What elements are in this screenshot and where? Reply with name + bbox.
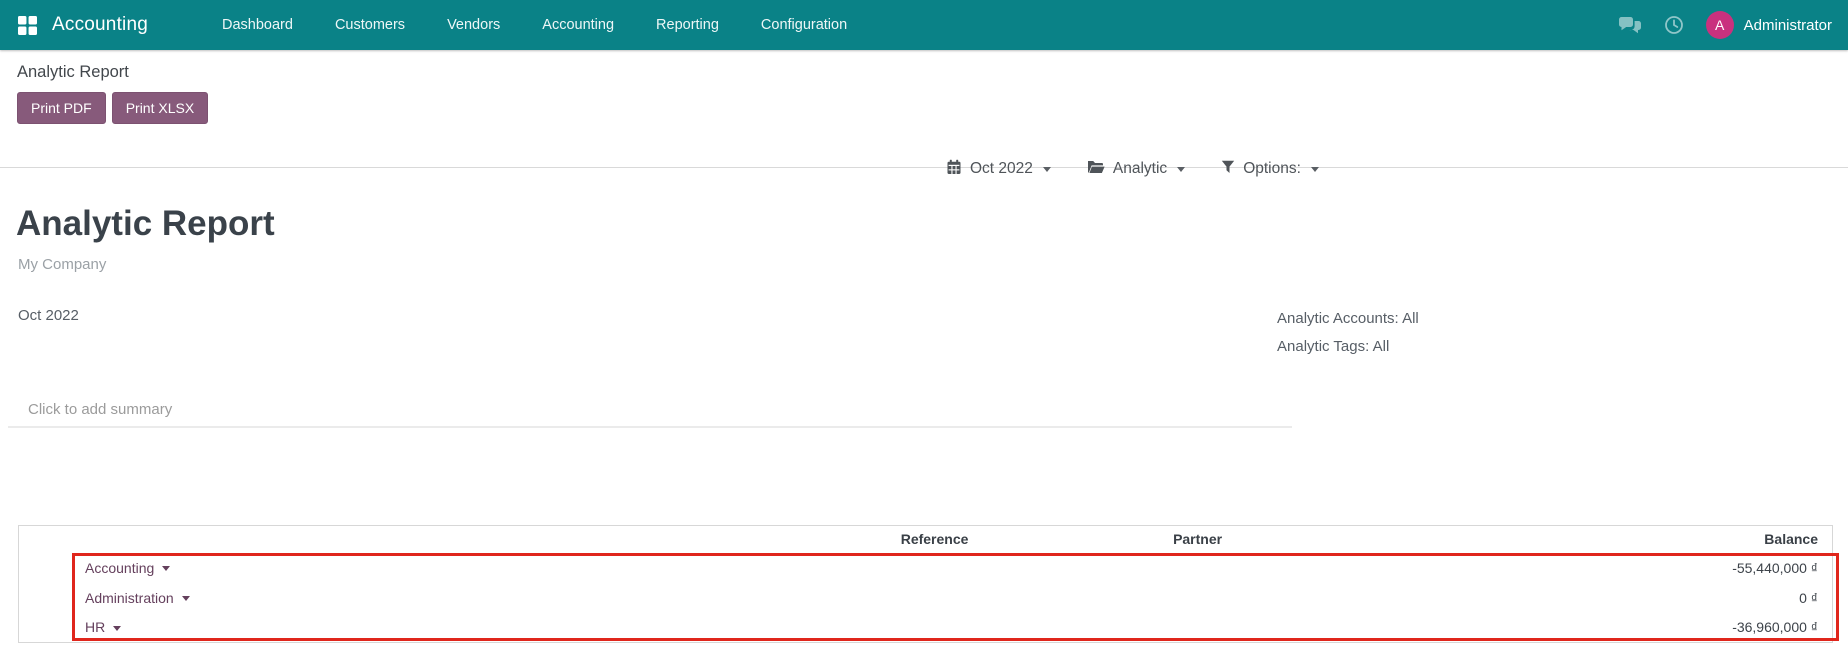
chevron-down-icon	[1177, 166, 1186, 172]
menu-item-vendors[interactable]: Vendors	[445, 2, 502, 48]
filter-icon	[1221, 160, 1235, 179]
menu-item-customers[interactable]: Customers	[333, 2, 407, 48]
top-navbar: Accounting Dashboard Customers Vendors A…	[0, 0, 1848, 50]
calendar-icon	[946, 159, 962, 180]
header-balance: Balance	[1764, 531, 1818, 548]
activities-clock-icon[interactable]	[1664, 15, 1684, 35]
app-title[interactable]: Accounting	[52, 14, 148, 36]
breadcrumb: Analytic Report	[17, 63, 129, 81]
analytic-filter-label: Analytic	[1112, 160, 1168, 177]
user-menu[interactable]: A Administrator	[1705, 11, 1832, 39]
table-row: HR -36,960,000 ₫	[19, 613, 1833, 643]
print-pdf-button[interactable]: Print PDF	[17, 92, 106, 124]
balance-cell: -55,440,000 ₫	[1732, 559, 1818, 576]
header-account	[19, 526, 745, 553]
analytic-accounts-line: Analytic Accounts: All	[1277, 310, 1419, 327]
report-filters: Oct 2022 Analytic Options:	[946, 152, 1355, 186]
avatar: A	[1705, 11, 1734, 39]
partner-cell	[1125, 583, 1270, 613]
chevron-down-icon	[1310, 166, 1319, 172]
table-row: Accounting -55,440,000 ₫	[19, 553, 1833, 583]
print-xlsx-button[interactable]: Print XLSX	[111, 92, 209, 124]
partner-cell	[1125, 553, 1270, 583]
summary-placeholder[interactable]: Click to add summary	[8, 395, 1292, 428]
partner-cell	[1125, 613, 1270, 643]
page-title: Analytic Report	[16, 204, 275, 243]
main-menu: Dashboard Customers Vendors Accounting R…	[220, 2, 849, 48]
table-header-row: Reference Partner Balance	[19, 526, 1833, 553]
report-content: Analytic Report My Company Oct 2022 Anal…	[0, 204, 1848, 643]
options-filter-label: Options:	[1243, 160, 1301, 177]
reference-cell	[744, 613, 1125, 643]
control-panel: Analytic Report Print PDF Print XLSX Oct…	[0, 50, 1848, 177]
report-filters-summary: Analytic Accounts: All Analytic Tags: Al…	[1277, 305, 1419, 361]
account-cell-accounting[interactable]: Accounting	[19, 553, 745, 583]
chevron-down-icon	[1042, 166, 1051, 172]
account-cell-hr[interactable]: HR	[19, 613, 745, 643]
chevron-down-icon	[113, 626, 122, 632]
chevron-down-icon	[162, 566, 171, 572]
analytic-filter-dropdown[interactable]: Analytic	[1087, 160, 1186, 179]
menu-item-reporting[interactable]: Reporting	[654, 2, 721, 48]
analytic-table: Reference Partner Balance Accounting -55…	[18, 525, 1833, 643]
header-reference: Reference	[900, 531, 969, 548]
reference-cell	[744, 553, 1125, 583]
reference-cell	[744, 583, 1125, 613]
balance-cell: 0 ₫	[1799, 589, 1818, 606]
date-filter-dropdown[interactable]: Oct 2022	[946, 159, 1051, 180]
balance-cell: -36,960,000 ₫	[1732, 619, 1818, 636]
chevron-down-icon	[181, 596, 190, 602]
menu-item-dashboard[interactable]: Dashboard	[220, 2, 295, 48]
company-name: My Company	[18, 256, 107, 273]
menu-item-accounting[interactable]: Accounting	[540, 2, 616, 48]
table-row: Administration 0 ₫	[19, 583, 1833, 613]
account-cell-administration[interactable]: Administration	[19, 583, 745, 613]
analytic-tags-line: Analytic Tags: All	[1277, 338, 1390, 355]
menu-item-configuration[interactable]: Configuration	[759, 2, 849, 48]
messages-icon[interactable]	[1618, 16, 1642, 35]
header-partner: Partner	[1173, 531, 1223, 548]
options-filter-dropdown[interactable]: Options:	[1221, 160, 1319, 179]
folder-open-icon	[1087, 160, 1105, 179]
user-name: Administrator	[1743, 16, 1832, 34]
date-filter-label: Oct 2022	[970, 160, 1033, 177]
report-period: Oct 2022	[18, 307, 79, 324]
apps-grid-icon[interactable]	[16, 14, 38, 36]
analytic-table-container: Reference Partner Balance Accounting -55…	[18, 525, 1839, 643]
